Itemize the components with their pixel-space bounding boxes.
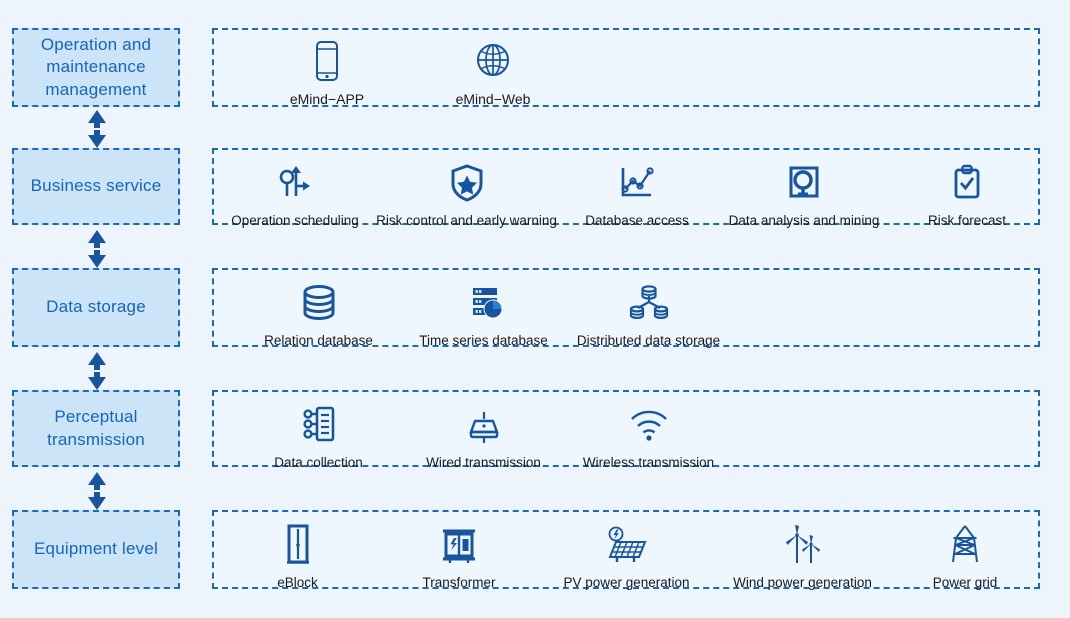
wind-turbine-icon	[780, 522, 826, 568]
pylon-icon	[945, 522, 985, 568]
item-label: PV power generation	[563, 575, 690, 590]
item-label: Distributed data storage	[576, 333, 721, 348]
level-box-operation-and-maintenance-management[interactable]: Operation and maintenance management	[12, 28, 180, 107]
connector-bidirectional-3	[84, 352, 110, 390]
item-label: Risk control and early warning	[376, 213, 557, 228]
item-list: Operation scheduling Risk control and ea…	[214, 150, 1038, 228]
line-chart-icon	[616, 160, 658, 206]
arrow-up-group	[88, 230, 106, 248]
data-collection-icon	[299, 402, 339, 448]
item-transformer[interactable]: Transformer	[375, 522, 543, 590]
item-data-analysis-and-mining[interactable]: Data analysis and mining	[711, 160, 897, 228]
clipboard-check-icon	[949, 160, 985, 206]
wired-router-icon	[462, 402, 506, 448]
connector-bidirectional-4	[84, 472, 110, 510]
arrow-down-icon	[88, 255, 106, 268]
arrow-up-group	[88, 472, 106, 490]
item-label: eBlock	[277, 575, 318, 590]
item-data-collection[interactable]: Data collection	[236, 402, 401, 470]
item-label: Database access	[585, 213, 689, 228]
item-label: Wind power generation	[733, 575, 872, 590]
arrow-stem	[94, 485, 100, 490]
architecture-diagram: Operation and maintenance management eMi…	[0, 0, 1070, 618]
server-pie-icon	[464, 280, 504, 326]
wifi-icon	[627, 402, 671, 448]
arrow-up-group	[88, 352, 106, 370]
item-label: Time series database	[419, 333, 548, 348]
level-label: Equipment level	[34, 539, 158, 559]
connector-bidirectional-1	[84, 110, 110, 148]
arrow-up-icon	[88, 110, 106, 123]
item-label: eMind−Web	[455, 91, 531, 107]
level-label: Data storage	[46, 297, 146, 317]
item-emind-web[interactable]: eMind−Web	[410, 38, 576, 107]
item-emind-app[interactable]: eMind−APP	[244, 38, 410, 107]
item-list: Data collection Wired transmission Wirel…	[214, 392, 1038, 470]
level-box-equipment-level[interactable]: Equipment level	[12, 510, 180, 589]
item-operation-scheduling[interactable]: Operation scheduling	[220, 160, 370, 228]
arrow-up-group	[88, 110, 106, 128]
arrow-down-icon	[88, 135, 106, 148]
item-wind-power-generation[interactable]: Wind power generation	[710, 522, 895, 590]
item-list: Relation database Time series database D…	[214, 270, 1038, 348]
database-cylinder-icon	[299, 280, 339, 326]
panel-business-service: Operation scheduling Risk control and ea…	[212, 148, 1040, 228]
solar-panel-icon	[603, 522, 651, 568]
routing-arrows-icon	[274, 160, 316, 206]
panel-operation-and-maintenance-management: eMind−APP eMind−Web	[212, 28, 1040, 107]
level-label: Business service	[30, 176, 162, 196]
smartphone-icon	[312, 38, 342, 84]
item-list: eBlock Transformer PV power generation W…	[214, 512, 1038, 590]
item-label: Operation scheduling	[231, 213, 359, 228]
arrow-stem	[94, 123, 100, 128]
item-label: Wireless transmission	[582, 455, 715, 470]
panel-equipment-level: eBlock Transformer PV power generation W…	[212, 510, 1040, 590]
arrow-down-group	[88, 130, 106, 148]
item-label: Transformer	[422, 575, 496, 590]
arrow-stem	[94, 243, 100, 248]
item-wireless-transmission[interactable]: Wireless transmission	[566, 402, 731, 470]
item-time-series-database[interactable]: Time series database	[401, 280, 566, 348]
item-wired-transmission[interactable]: Wired transmission	[401, 402, 566, 470]
item-label: Data collection	[274, 455, 363, 470]
arrow-down-group	[88, 250, 106, 268]
panel-perceptual-transmission: Data collection Wired transmission Wirel…	[212, 390, 1040, 470]
level-label: Perceptual transmission	[47, 407, 145, 449]
item-power-grid[interactable]: Power grid	[895, 522, 1035, 590]
arrow-down-icon	[88, 497, 106, 510]
item-database-access[interactable]: Database access	[563, 160, 711, 228]
item-label: Relation database	[264, 333, 373, 348]
item-label: Risk forecast	[927, 213, 1007, 228]
level-box-data-storage[interactable]: Data storage	[12, 268, 180, 347]
item-list: eMind−APP eMind−Web	[214, 30, 1038, 107]
arrow-down-icon	[88, 377, 106, 390]
magnifier-analysis-icon	[783, 160, 825, 206]
level-box-perceptual-transmission[interactable]: Perceptual transmission	[12, 390, 180, 467]
item-label: Wired transmission	[426, 455, 541, 470]
level-box-business-service[interactable]: Business service	[12, 148, 180, 225]
arrow-down-group	[88, 372, 106, 390]
item-label: eMind−APP	[289, 91, 365, 107]
arrow-up-icon	[88, 352, 106, 365]
distributed-database-icon	[628, 280, 670, 326]
item-distributed-data-storage[interactable]: Distributed data storage	[566, 280, 731, 348]
item-pv-power-generation[interactable]: PV power generation	[543, 522, 710, 590]
arrow-up-icon	[88, 472, 106, 485]
item-risk-control-and-early-warning[interactable]: Risk control and early warning	[370, 160, 563, 228]
panel-data-storage: Relation database Time series database D…	[212, 268, 1040, 348]
item-risk-forecast[interactable]: Risk forecast	[897, 160, 1037, 228]
shield-star-icon	[447, 160, 487, 206]
item-relation-database[interactable]: Relation database	[236, 280, 401, 348]
connector-bidirectional-2	[84, 230, 110, 268]
arrow-up-icon	[88, 230, 106, 243]
item-eblock[interactable]: eBlock	[220, 522, 375, 590]
level-label: Operation and maintenance management	[40, 35, 152, 99]
arrow-stem	[94, 365, 100, 370]
item-label: Power grid	[932, 575, 998, 590]
item-label: Data analysis and mining	[728, 213, 880, 228]
globe-icon	[473, 38, 513, 84]
transformer-icon	[437, 522, 481, 568]
arrow-down-group	[88, 492, 106, 510]
cabinet-icon	[281, 522, 315, 568]
